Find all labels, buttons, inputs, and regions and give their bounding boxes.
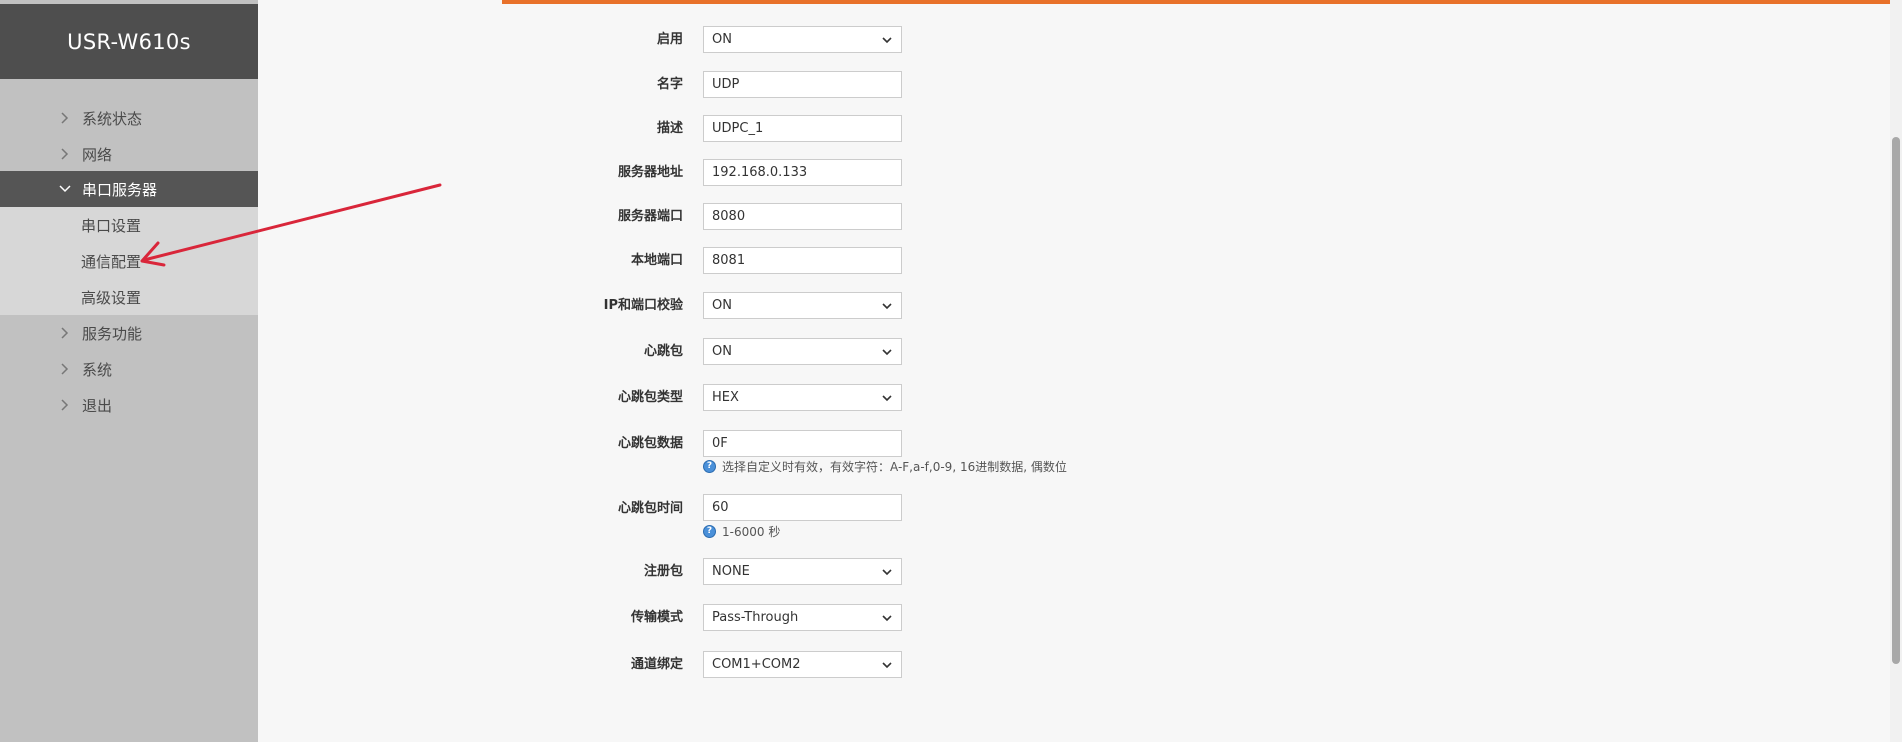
scrollbar-thumb[interactable]: [1892, 137, 1900, 664]
chevron-down-icon: [881, 612, 893, 624]
chevron-down-icon: [881, 566, 893, 578]
chevron-right-icon: [58, 398, 72, 412]
sidebar-item-label: 服务功能: [82, 324, 143, 343]
heartbeat-time-input[interactable]: 60: [703, 494, 902, 521]
chevron-down-icon: [881, 346, 893, 358]
sidebar-item-system[interactable]: 系统: [0, 351, 258, 387]
heartbeat-type-select[interactable]: HEX: [703, 384, 902, 411]
ip-port-check-select[interactable]: ON: [703, 292, 902, 319]
name-label: 名字: [656, 77, 683, 92]
submenu-item-label: 高级设置: [81, 288, 142, 307]
heartbeat-data-input[interactable]: 0F: [703, 430, 902, 457]
enable-value: ON: [712, 32, 732, 47]
chevron-down-icon: [881, 392, 893, 404]
transfer-mode-label: 传输模式: [630, 610, 683, 625]
transfer-mode-select[interactable]: Pass-Through: [703, 604, 902, 631]
question-circle-icon: ?: [703, 524, 716, 538]
register-select[interactable]: NONE: [703, 558, 902, 585]
server-addr-value: 192.168.0.133: [712, 165, 808, 180]
server-port-value: 8080: [712, 209, 746, 224]
sidebar-item-label: 系统状态: [82, 109, 143, 128]
heartbeat-data-label: 心跳包数据: [617, 436, 683, 451]
register-label: 注册包: [643, 564, 683, 579]
sidebar: USR-W610s 系统状态 网络 串口服务器 串口设置 通信配置 高级设置 服…: [0, 0, 258, 742]
heartbeat-value: ON: [712, 344, 732, 359]
chevron-down-icon: [881, 659, 893, 671]
chevron-right-icon: [58, 111, 72, 125]
heartbeat-data-hint-text: 选择自定义时有效，有效字符：A-F,a-f,0-9, 16进制数据, 偶数位: [722, 459, 1067, 474]
desc-label: 描述: [656, 121, 683, 136]
chevron-down-icon: [58, 182, 72, 196]
server-addr-label: 服务器地址: [617, 165, 683, 180]
server-port-label: 服务器端口: [617, 209, 683, 224]
heartbeat-type-value: HEX: [712, 390, 739, 405]
desc-value: UDPC_1: [712, 121, 764, 136]
sidebar-item-label: 网络: [82, 145, 113, 164]
sidebar-item-label: 退出: [82, 396, 113, 415]
local-port-value: 8081: [712, 253, 746, 268]
heartbeat-label: 心跳包: [643, 344, 683, 359]
heartbeat-time-hint: ? 1-6000 秒: [703, 523, 780, 539]
enable-select[interactable]: ON: [703, 26, 902, 53]
ip-port-check-label: IP和端口校验: [603, 298, 683, 313]
arrow-annotation: [140, 183, 442, 267]
ip-port-check-value: ON: [712, 298, 732, 313]
sidebar-item-services[interactable]: 服务功能: [0, 315, 258, 351]
heartbeat-time-label: 心跳包时间: [617, 501, 683, 516]
local-port-label: 本地端口: [630, 253, 683, 268]
enable-label: 启用: [656, 32, 683, 47]
heartbeat-data-hint: ? 选择自定义时有效，有效字符：A-F,a-f,0-9, 16进制数据, 偶数位: [703, 458, 1067, 474]
sidebar-item-label: 系统: [82, 360, 113, 379]
channel-bind-label: 通道绑定: [630, 657, 683, 672]
desc-input[interactable]: UDPC_1: [703, 115, 902, 142]
chevron-down-icon: [881, 34, 893, 46]
accent-bar: [502, 0, 1645, 4]
name-input[interactable]: UDP: [703, 71, 902, 98]
question-circle-icon: ?: [703, 459, 716, 473]
heartbeat-data-value: 0F: [712, 436, 728, 451]
name-value: UDP: [712, 77, 740, 92]
transfer-mode-value: Pass-Through: [712, 610, 799, 625]
server-addr-input[interactable]: 192.168.0.133: [703, 159, 902, 186]
heartbeat-select[interactable]: ON: [703, 338, 902, 365]
channel-bind-select[interactable]: COM1+COM2: [703, 651, 902, 678]
accent-bar: [1645, 0, 1902, 4]
chevron-right-icon: [58, 147, 72, 161]
server-port-input[interactable]: 8080: [703, 203, 902, 230]
app-logo: USR-W610s: [0, 4, 258, 79]
sidebar-item-system-status[interactable]: 系统状态: [0, 100, 258, 136]
register-value: NONE: [712, 564, 750, 579]
local-port-input[interactable]: 8081: [703, 247, 902, 274]
heartbeat-type-label: 心跳包类型: [617, 390, 683, 405]
heartbeat-time-value: 60: [712, 500, 729, 515]
channel-bind-value: COM1+COM2: [712, 657, 801, 672]
submenu-item-advanced-settings[interactable]: 高级设置: [0, 279, 258, 315]
chevron-down-icon: [881, 300, 893, 312]
chevron-right-icon: [58, 362, 72, 376]
sidebar-item-logout[interactable]: 退出: [0, 387, 258, 423]
sidebar-item-network[interactable]: 网络: [0, 136, 258, 172]
chevron-right-icon: [58, 326, 72, 340]
heartbeat-time-hint-text: 1-6000 秒: [722, 524, 781, 539]
